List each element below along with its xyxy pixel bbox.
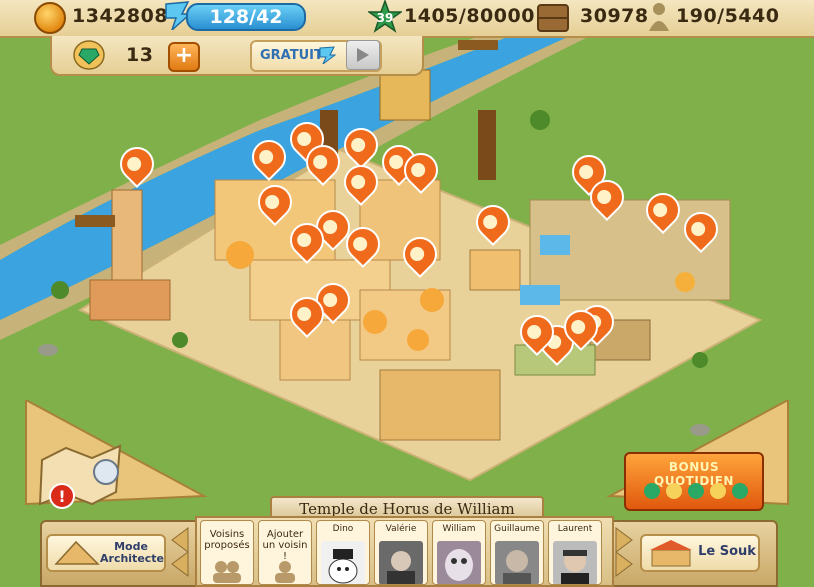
xp-value: 1405/80000 — [404, 5, 535, 27]
neighbor-name: Guillaume — [494, 524, 540, 534]
goods-value: 30978 — [580, 5, 649, 27]
souk-icon — [650, 540, 692, 567]
energy-bar[interactable]: 128/42 — [186, 3, 306, 31]
neighbor-card[interactable]: Guillaume — [490, 520, 544, 585]
avatar — [553, 541, 597, 584]
neighbor-name: William — [442, 524, 476, 534]
neighbor-card[interactable]: Valérie — [374, 520, 428, 585]
avatar — [321, 541, 365, 584]
neighbor-name: Valérie — [385, 524, 417, 534]
neighbor-card[interactable]: William — [432, 520, 486, 585]
gems-value: 13 — [126, 44, 154, 66]
neighbor-card[interactable]: Laurent — [548, 520, 602, 585]
proposed-neighbors-label: Voisins proposés — [204, 529, 250, 551]
people-icon — [275, 561, 295, 583]
proposed-neighbors-button[interactable]: Voisins proposés — [200, 520, 254, 585]
neighbor-name: Laurent — [557, 524, 593, 534]
play-button[interactable] — [346, 40, 380, 70]
architect-icon — [54, 540, 100, 565]
star-level-icon: 39 — [368, 0, 402, 33]
level-value: 39 — [377, 11, 394, 25]
population-icon — [649, 3, 669, 31]
population-value: 190/5440 — [676, 5, 780, 27]
coins-value: 1342808 — [72, 5, 169, 27]
add-gems-button[interactable]: + — [168, 42, 200, 72]
neighbor-card[interactable]: Dino — [316, 520, 370, 585]
architect-mode-button[interactable]: Mode Architecte — [46, 534, 166, 572]
avatar — [437, 541, 481, 584]
add-neighbor-button[interactable]: Ajouter un voisin ! — [258, 520, 312, 585]
architect-mode-label: Mode Architecte — [100, 540, 165, 565]
avatar — [495, 541, 539, 584]
energy-icon — [319, 46, 336, 64]
arrow-left-icon[interactable] — [168, 522, 192, 578]
free-label: GRATUIT — [260, 48, 323, 63]
gem-icon — [73, 40, 105, 70]
people-icon — [213, 561, 241, 583]
avatar — [379, 541, 423, 584]
crate-icon — [537, 4, 569, 32]
coin-icon — [34, 2, 66, 34]
add-neighbor-label: Ajouter un voisin ! — [262, 529, 308, 562]
arrow-right-icon[interactable] — [612, 522, 636, 578]
neighbor-name: Dino — [332, 524, 354, 534]
play-icon — [357, 48, 369, 62]
souk-label: Le Souk — [698, 544, 756, 559]
souk-button[interactable]: Le Souk — [640, 534, 760, 572]
